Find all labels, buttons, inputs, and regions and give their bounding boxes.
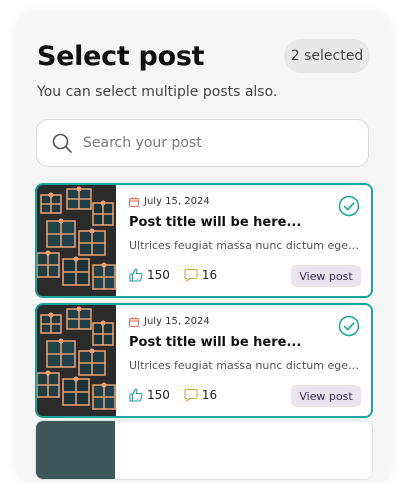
post-card[interactable]: July 15, 2024 Post title will be here...… — [35, 183, 373, 298]
comment-icon — [184, 268, 198, 282]
check-circle-icon[interactable] — [338, 195, 360, 217]
select-post-panel: Select post 2 selected You can select mu… — [16, 13, 391, 483]
post-excerpt: Ultrices feugiat massa nunc dictum egest… — [129, 359, 361, 372]
post-card-body: July 15, 2024 Post title will be here...… — [116, 185, 371, 296]
thumbs-up-icon — [129, 388, 143, 402]
post-excerpt: Ultrices feugiat massa nunc dictum egest… — [129, 239, 361, 252]
post-card[interactable]: July 15, 2024 Post title will be here...… — [35, 303, 373, 418]
search-icon — [51, 132, 73, 154]
post-title: Post title will be here... — [129, 215, 302, 230]
comments-count: 16 — [201, 268, 218, 282]
post-thumbnail — [37, 305, 116, 416]
post-thumbnail — [37, 185, 116, 296]
page-subtitle: You can select multiple posts also. — [37, 84, 278, 100]
post-title: Post title will be here... — [129, 335, 302, 350]
post-date: July 15, 2024 — [129, 316, 210, 327]
check-circle-icon[interactable] — [338, 315, 360, 337]
post-date: July 15, 2024 — [129, 196, 210, 207]
calendar-icon — [129, 316, 139, 327]
thumbs-up-icon — [129, 268, 143, 282]
post-stats: 150 16 — [129, 388, 217, 402]
view-post-button[interactable]: View post — [291, 385, 361, 407]
post-stats: 150 16 — [129, 268, 217, 282]
post-date-text: July 15, 2024 — [144, 196, 210, 207]
post-thumbnail — [36, 421, 115, 479]
search-box[interactable] — [36, 119, 369, 167]
view-post-button[interactable]: View post — [291, 265, 361, 287]
calendar-icon — [129, 196, 139, 207]
comments-count: 16 — [201, 388, 218, 402]
likes-count: 150 — [147, 268, 170, 282]
page-title: Select post — [37, 41, 205, 72]
selected-count-badge: 2 selected — [284, 39, 370, 73]
post-card-body: July 15, 2024 Post title will be here...… — [116, 305, 371, 416]
post-date-text: July 15, 2024 — [144, 316, 210, 327]
search-input[interactable] — [83, 135, 333, 151]
comment-icon — [184, 388, 198, 402]
likes-count: 150 — [147, 388, 170, 402]
post-card[interactable] — [35, 420, 373, 480]
